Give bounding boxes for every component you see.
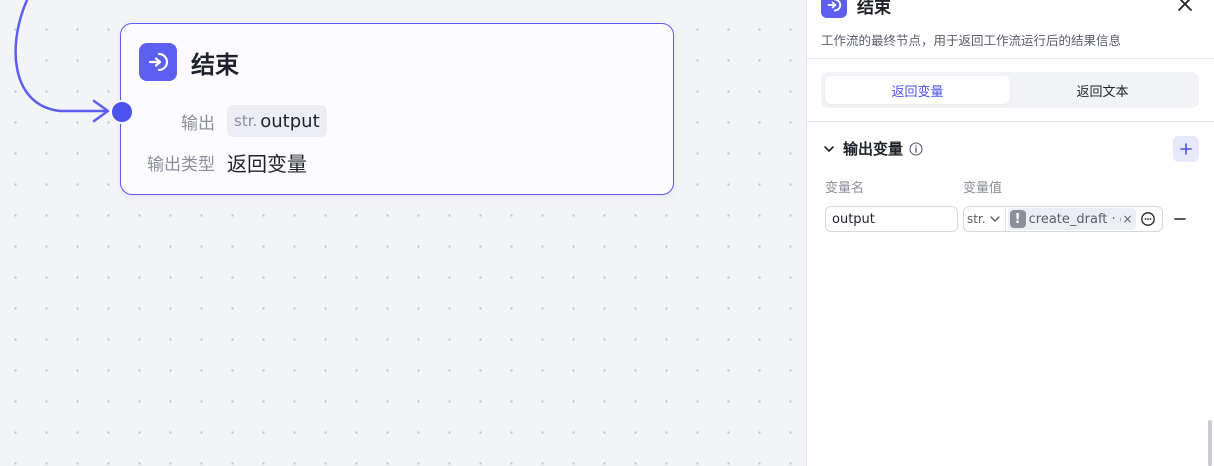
chevron-down-icon — [989, 216, 1000, 222]
add-variable-button[interactable] — [1173, 136, 1199, 162]
panel-header: 结束 — [821, 0, 891, 18]
variable-value-field: str. ! create_draft · output × — [963, 206, 1163, 232]
output-var-name: output — [260, 110, 320, 132]
tab-return-text[interactable]: 返回文本 — [1010, 76, 1195, 104]
node-config-panel: 结束 工作流的最终节点，用于返回工作流运行后的结果信息 返回变量 返回文本 输出… — [806, 0, 1214, 466]
divider — [807, 58, 1214, 59]
node-output-row: 输出 str. output — [139, 105, 327, 137]
reference-text: create_draft · output — [1028, 211, 1121, 227]
plus-icon — [1180, 143, 1192, 155]
value-type-select[interactable]: str. — [964, 207, 1006, 231]
minus-icon — [1174, 218, 1186, 220]
scrollbar[interactable] — [1208, 420, 1212, 466]
node-title: 结束 — [191, 50, 239, 79]
output-var-type: str. — [234, 112, 258, 130]
remove-variable-button[interactable] — [1173, 211, 1187, 227]
close-icon[interactable] — [1175, 0, 1195, 14]
node-header: 结束 — [139, 43, 239, 81]
panel-title: 结束 — [857, 0, 891, 18]
value-type-text: str. — [967, 212, 986, 226]
column-label-value: 变量值 — [963, 181, 1003, 196]
output-variables-section-header[interactable]: 输出变量 — [823, 138, 923, 159]
output-type-value: 返回变量 — [227, 152, 307, 176]
output-mode-tabs: 返回变量 返回文本 — [821, 72, 1199, 108]
node-input-handle[interactable] — [110, 100, 134, 124]
tab-return-variable[interactable]: 返回变量 — [825, 76, 1010, 104]
node-output-type-row: 输出类型 返回变量 — [139, 148, 307, 177]
panel-description: 工作流的最终节点，用于返回工作流运行后的结果信息 — [821, 33, 1122, 48]
chevron-down-icon[interactable] — [823, 143, 835, 155]
variable-picker-icon[interactable] — [1140, 211, 1156, 227]
column-label-name: 变量名 — [825, 181, 865, 196]
warning-icon: ! — [1009, 210, 1026, 228]
end-node-icon — [139, 43, 177, 81]
section-title: 输出变量 — [843, 140, 904, 158]
workflow-canvas[interactable]: 结束 输出 str. output 输出类型 返回变量 — [0, 0, 806, 466]
end-node-icon — [821, 0, 847, 18]
variable-reference-chip[interactable]: ! create_draft · output × — [1007, 208, 1136, 230]
output-type-label: 输出类型 — [147, 155, 215, 175]
output-label: 输出 — [181, 113, 215, 134]
divider — [807, 121, 1214, 122]
remove-reference-icon[interactable]: × — [1123, 212, 1133, 226]
info-icon[interactable] — [909, 141, 923, 156]
output-variable-chip: str. output — [227, 105, 327, 137]
end-node-card[interactable]: 结束 输出 str. output 输出类型 返回变量 — [120, 23, 674, 195]
variable-name-input[interactable] — [825, 206, 958, 232]
